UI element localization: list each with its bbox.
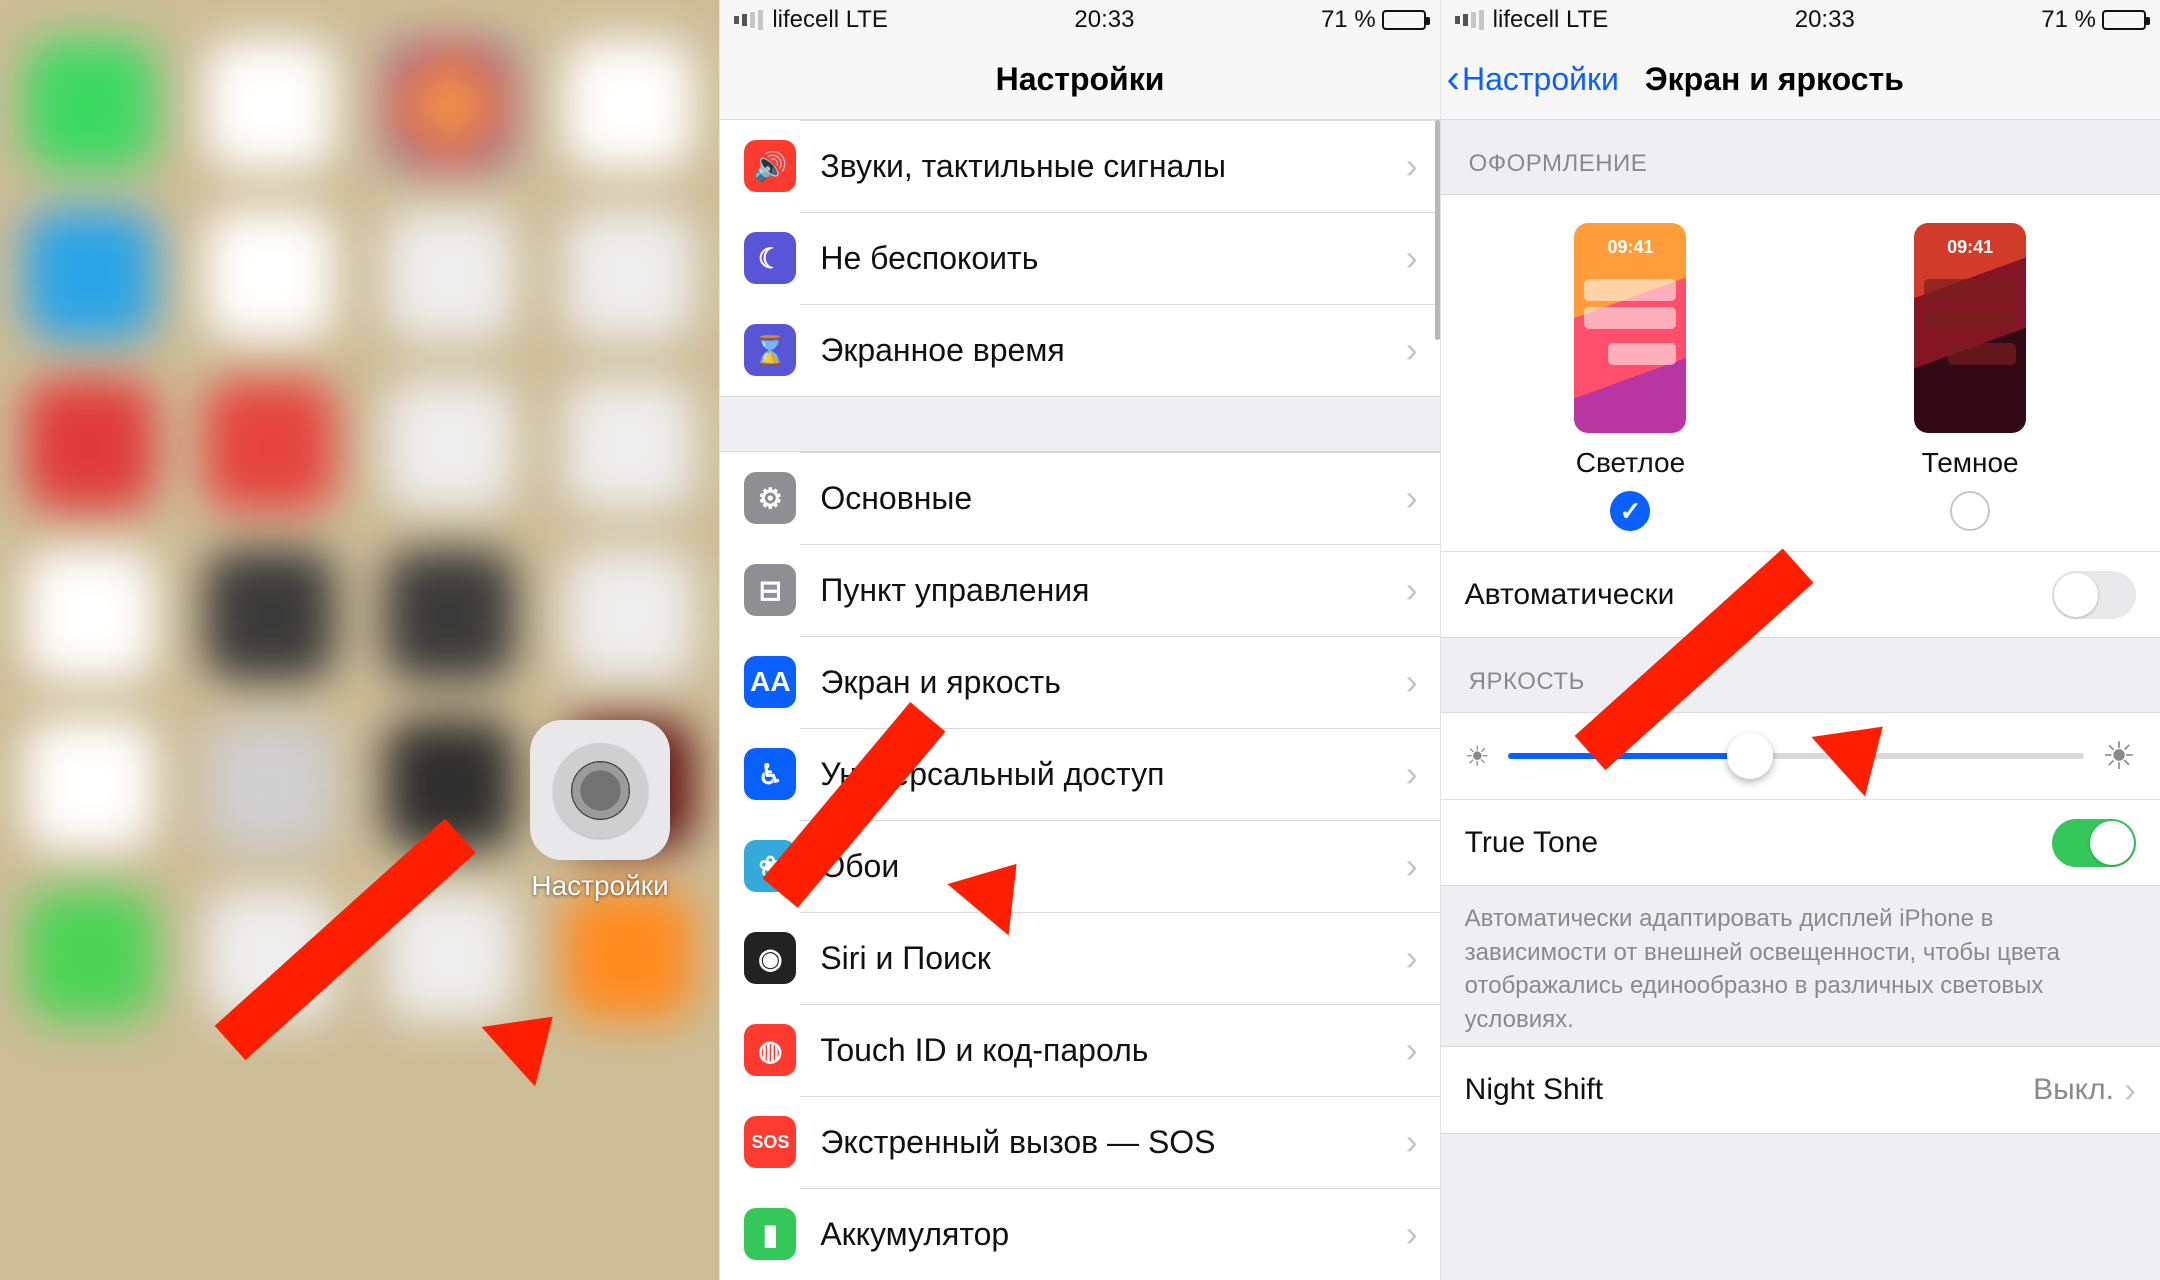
- chevron-right-icon: ›: [1406, 145, 1418, 187]
- section-appearance-label: ОФОРМЛЕНИЕ: [1441, 120, 2160, 194]
- battery-percent: 71 %: [1321, 6, 1376, 34]
- chevron-right-icon: ›: [1406, 1121, 1418, 1163]
- chevron-left-icon: ‹: [1447, 57, 1460, 102]
- row-truetone[interactable]: True Tone: [1441, 799, 2160, 885]
- appearance-light-option[interactable]: 09:41 Светлое: [1574, 223, 1686, 531]
- row-icon: 🔊: [744, 140, 796, 192]
- row-label: Аккумулятор: [820, 1216, 1009, 1253]
- panel-homescreen: Настройки: [0, 0, 719, 1280]
- sun-small-icon: ☀︎: [1465, 740, 1490, 773]
- homescreen-settings-app[interactable]: Настройки: [500, 720, 700, 950]
- page-title: Экран и яркость: [1645, 61, 1904, 98]
- appearance-light-radio[interactable]: [1610, 491, 1650, 531]
- settings-row[interactable]: ▮ Аккумулятор ›: [720, 1188, 1439, 1280]
- settings-row[interactable]: ◍ Touch ID и код-пароль ›: [720, 1004, 1439, 1096]
- appearance-dark-option[interactable]: 09:41 Темное: [1914, 223, 2026, 531]
- chevron-right-icon: ›: [1406, 477, 1418, 519]
- status-bar: lifecell LTE 20:33 71 %: [1441, 0, 2160, 40]
- brightness-slider[interactable]: [1508, 753, 2084, 759]
- row-label: Touch ID и код-пароль: [820, 1032, 1148, 1069]
- row-icon: ▮: [744, 1208, 796, 1260]
- signal-icon: lifecell LTE: [734, 6, 888, 34]
- row-icon: ☾: [744, 232, 796, 284]
- row-icon: ⊟: [744, 564, 796, 616]
- back-label: Настройки: [1462, 61, 1619, 98]
- settings-app-icon: [530, 720, 670, 860]
- chevron-right-icon: ›: [1406, 661, 1418, 703]
- appearance-light-thumb: 09:41: [1574, 223, 1686, 433]
- navbar: Настройки: [720, 40, 1439, 120]
- truetone-footnote: Автоматически адаптировать дисплей iPhon…: [1441, 886, 2160, 1046]
- appearance-dark-thumb: 09:41: [1914, 223, 2026, 433]
- row-label: Универсальный доступ: [820, 756, 1164, 793]
- panel-settings-root: lifecell LTE 20:33 71 % Настройки 🔊 Звуки…: [719, 0, 1439, 1280]
- settings-row[interactable]: 🔊 Звуки, тактильные сигналы ›: [720, 120, 1439, 212]
- chevron-right-icon: ›: [2124, 1069, 2136, 1111]
- nightshift-value: Выкл.: [2033, 1073, 2114, 1107]
- chevron-right-icon: ›: [1406, 845, 1418, 887]
- chevron-right-icon: ›: [1406, 1029, 1418, 1071]
- chevron-right-icon: ›: [1406, 569, 1418, 611]
- nightshift-label: Night Shift: [1465, 1073, 1603, 1107]
- appearance-dark-label: Темное: [1914, 447, 2026, 479]
- row-label: Экранное время: [820, 332, 1064, 369]
- row-icon: ⌛: [744, 324, 796, 376]
- automatic-switch[interactable]: [2052, 571, 2136, 619]
- sun-large-icon: ☀︎: [2102, 734, 2136, 779]
- row-label: Экстренный вызов — SOS: [820, 1124, 1215, 1161]
- settings-row[interactable]: ♿︎ Универсальный доступ ›: [720, 728, 1439, 820]
- settings-row[interactable]: AA Экран и яркость ›: [720, 636, 1439, 728]
- settings-row[interactable]: SOS Экстренный вызов — SOS ›: [720, 1096, 1439, 1188]
- chevron-right-icon: ›: [1406, 329, 1418, 371]
- chevron-right-icon: ›: [1406, 1213, 1418, 1255]
- row-label: Пункт управления: [820, 572, 1089, 609]
- settings-row[interactable]: ❀ Обои ›: [720, 820, 1439, 912]
- page-title: Настройки: [996, 61, 1165, 98]
- row-label: Обои: [820, 848, 899, 885]
- row-label: Экран и яркость: [820, 664, 1061, 701]
- settings-row[interactable]: ⚙︎ Основные ›: [720, 452, 1439, 544]
- row-icon: ❀: [744, 840, 796, 892]
- row-label: Основные: [820, 480, 972, 517]
- chevron-right-icon: ›: [1406, 937, 1418, 979]
- row-automatic[interactable]: Автоматически: [1441, 551, 2160, 637]
- status-bar: lifecell LTE 20:33 71 %: [720, 0, 1439, 40]
- row-nightshift[interactable]: Night Shift Выкл. ›: [1441, 1047, 2160, 1133]
- truetone-label: True Tone: [1465, 826, 1598, 860]
- panel-display-brightness: lifecell LTE 20:33 71 % ‹ Настройки Экра…: [1440, 0, 2160, 1280]
- truetone-switch[interactable]: [2052, 819, 2136, 867]
- navbar: ‹ Настройки Экран и яркость: [1441, 40, 2160, 120]
- section-brightness-label: ЯРКОСТЬ: [1441, 638, 2160, 712]
- appearance-dark-radio[interactable]: [1950, 491, 1990, 531]
- status-time: 20:33: [1074, 6, 1134, 34]
- brightness-slider-row: ☀︎ ☀︎: [1441, 713, 2160, 799]
- settings-list[interactable]: 🔊 Звуки, тактильные сигналы › ☾ Не беспокоит…: [720, 120, 1439, 1280]
- row-icon: AA: [744, 656, 796, 708]
- row-icon: ♿︎: [744, 748, 796, 800]
- row-icon: ◍: [744, 1024, 796, 1076]
- settings-row[interactable]: ◉ Siri и Поиск ›: [720, 912, 1439, 1004]
- row-label: Siri и Поиск: [820, 940, 991, 977]
- row-label: Не беспокоить: [820, 240, 1038, 277]
- chevron-right-icon: ›: [1406, 753, 1418, 795]
- row-icon: ◉: [744, 932, 796, 984]
- homescreen-blurred: [0, 0, 719, 1280]
- carrier-label: lifecell LTE: [772, 6, 888, 34]
- settings-row[interactable]: ☾ Не беспокоить ›: [720, 212, 1439, 304]
- row-icon: SOS: [744, 1116, 796, 1168]
- row-label: Звуки, тактильные сигналы: [820, 148, 1226, 185]
- settings-row[interactable]: ⊟ Пункт управления ›: [720, 544, 1439, 636]
- row-icon: ⚙︎: [744, 472, 796, 524]
- battery-icon: [1382, 10, 1426, 30]
- automatic-label: Автоматически: [1465, 578, 1675, 612]
- gear-icon: [553, 743, 648, 838]
- appearance-light-label: Светлое: [1574, 447, 1686, 479]
- settings-app-label: Настройки: [500, 870, 700, 902]
- back-button[interactable]: ‹ Настройки: [1447, 57, 1619, 102]
- section-gap: [720, 396, 1439, 452]
- settings-row[interactable]: ⌛ Экранное время ›: [720, 304, 1439, 396]
- chevron-right-icon: ›: [1406, 237, 1418, 279]
